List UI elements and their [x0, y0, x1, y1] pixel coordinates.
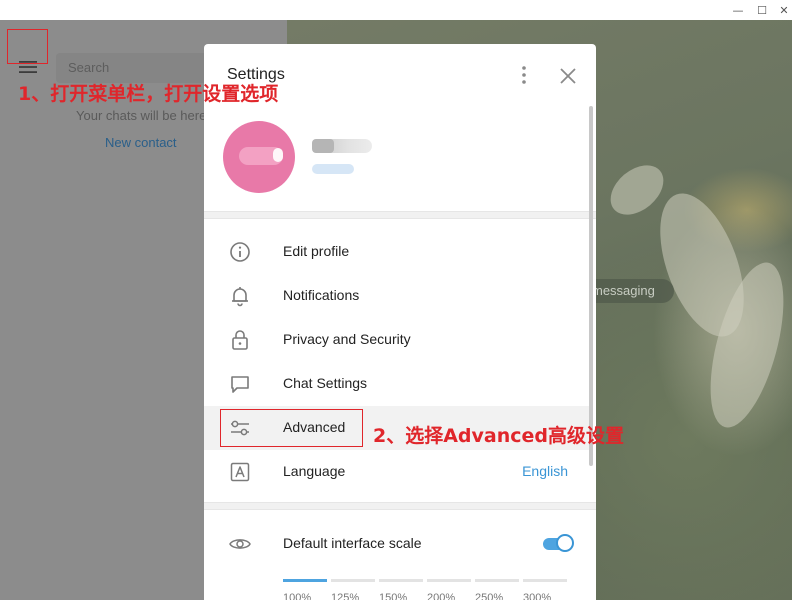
- scale-segment[interactable]: [427, 579, 471, 582]
- menu-item-privacy-security[interactable]: Privacy and Security: [204, 318, 589, 362]
- profile-name-blurred: [312, 139, 334, 153]
- settings-dialog: Settings Edit profile Notifications Priv…: [204, 44, 596, 600]
- scale-option-label: 125%: [331, 592, 360, 600]
- menu-item-label: Notifications: [283, 287, 360, 303]
- scale-segment[interactable]: [331, 579, 375, 582]
- settings-scrollbar[interactable]: [589, 106, 593, 466]
- scale-option-label: 200%: [427, 592, 456, 600]
- menu-item-label: Privacy and Security: [283, 331, 411, 347]
- interface-scale-slider[interactable]: [283, 579, 569, 583]
- annotation-box-advanced: [220, 409, 363, 447]
- scale-labels: 100% 125% 150% 200% 250% 300%: [283, 592, 571, 600]
- annotation-step-1: 1、打开菜单栏，打开设置选项: [18, 83, 279, 105]
- close-icon[interactable]: [556, 64, 580, 88]
- interface-scale-label: Default interface scale: [283, 535, 422, 551]
- more-vertical-icon[interactable]: [516, 64, 532, 86]
- section-divider: [204, 211, 596, 219]
- menu-item-label: Chat Settings: [283, 375, 368, 391]
- section-divider: [204, 502, 596, 510]
- info-icon: [230, 242, 250, 262]
- profile-status-blurred: [312, 164, 354, 174]
- menu-item-language[interactable]: Language English: [204, 450, 589, 494]
- eye-icon: [229, 539, 251, 549]
- scale-segment[interactable]: [379, 579, 423, 582]
- scale-segment[interactable]: [523, 579, 567, 582]
- menu-item-label: Edit profile: [283, 243, 350, 259]
- toggle-knob: [556, 534, 574, 552]
- service-message-text: messaging: [592, 283, 655, 298]
- minimize-button[interactable]: —: [728, 0, 748, 20]
- language-icon: [230, 462, 250, 482]
- chat-bubble-icon: [231, 376, 249, 393]
- scale-segment[interactable]: [475, 579, 519, 582]
- window-close-button[interactable]: ✕: [774, 0, 792, 20]
- search-placeholder: Search: [68, 60, 110, 75]
- bell-icon: [232, 287, 248, 307]
- avatar-initials-blurred: [273, 148, 283, 162]
- scale-segment[interactable]: [283, 579, 327, 582]
- annotation-step-2: 2、选择Advanced高级设置: [373, 425, 625, 447]
- menu-item-notifications[interactable]: Notifications: [204, 274, 589, 318]
- scale-option-label: 250%: [475, 592, 504, 600]
- empty-chats-text: Your chats will be here: [76, 108, 206, 123]
- scale-option-label: 300%: [523, 592, 552, 600]
- interface-scale-toggle[interactable]: [541, 534, 574, 554]
- scale-option-label: 100%: [283, 592, 312, 600]
- scale-option-label: 150%: [379, 592, 408, 600]
- annotation-box-menu: [7, 29, 48, 64]
- menu-item-label: Language: [283, 463, 346, 479]
- avatar[interactable]: [223, 121, 295, 193]
- language-value: English: [522, 463, 568, 479]
- window-titlebar: — ☐ ✕: [0, 0, 792, 20]
- menu-item-chat-settings[interactable]: Chat Settings: [204, 362, 589, 406]
- lock-icon: [232, 330, 248, 350]
- menu-item-edit-profile[interactable]: Edit profile: [204, 230, 589, 274]
- maximize-button[interactable]: ☐: [752, 0, 772, 20]
- interface-scale-row[interactable]: Default interface scale: [204, 522, 589, 566]
- new-contact-link[interactable]: New contact: [105, 135, 177, 150]
